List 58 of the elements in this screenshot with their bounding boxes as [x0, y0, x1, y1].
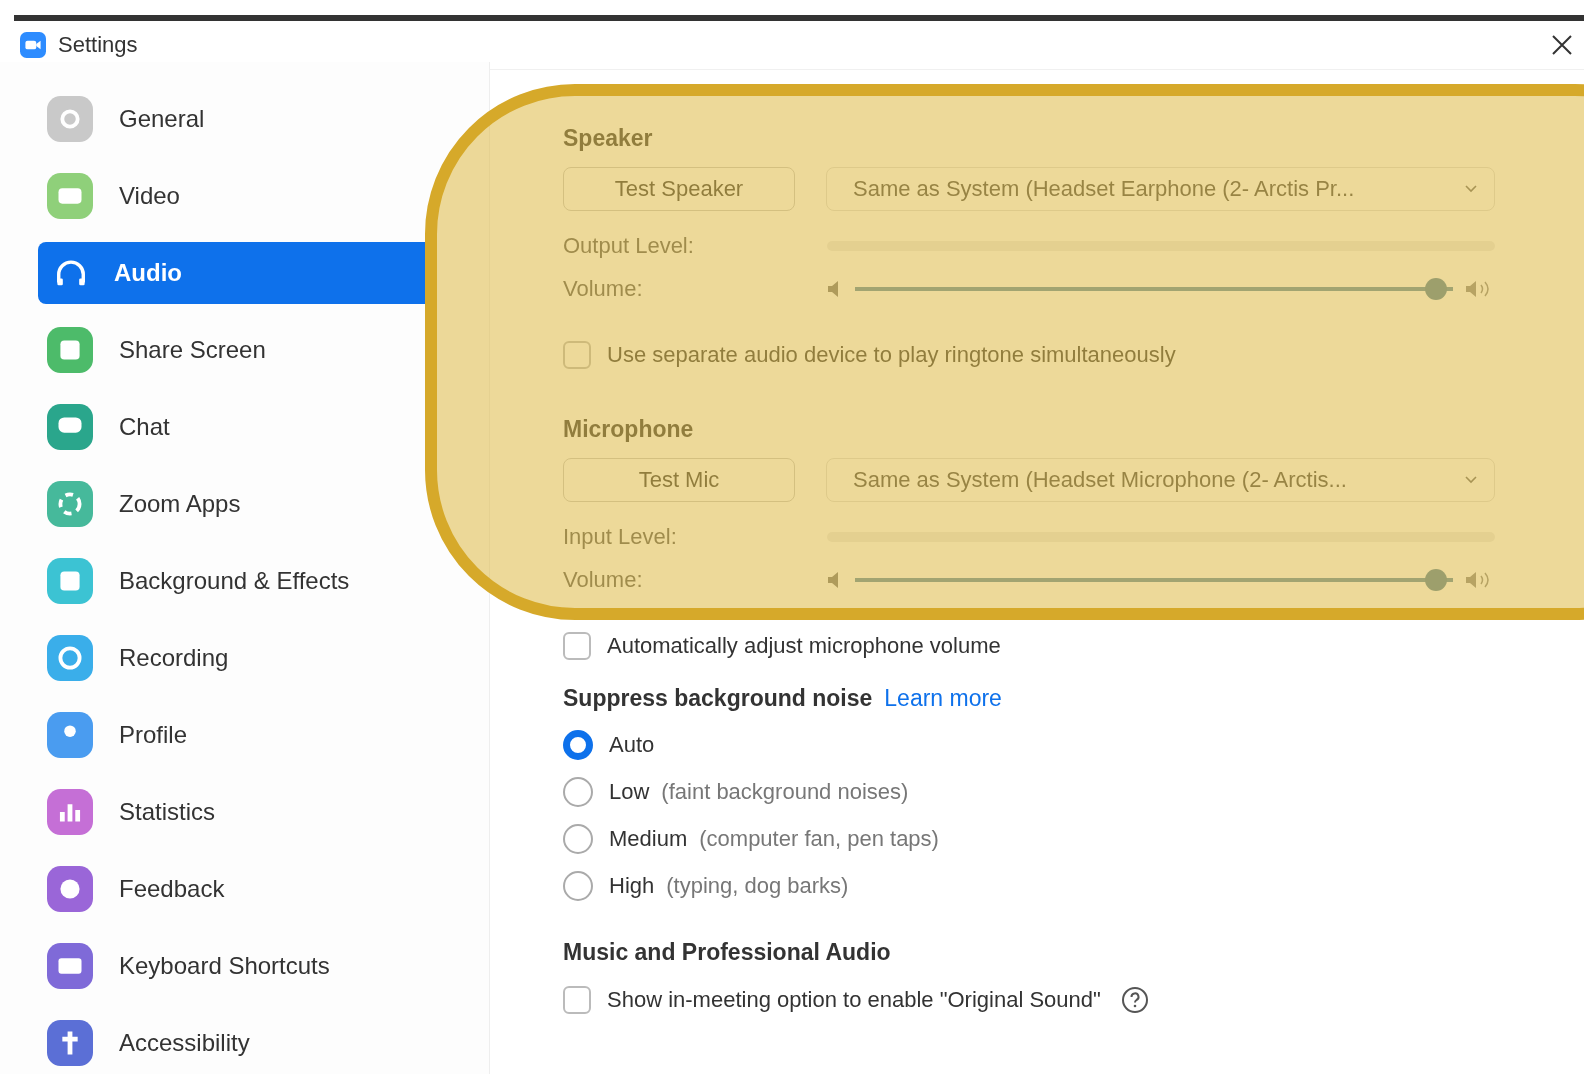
window-title: Settings [58, 32, 139, 59]
app-logo-icon [20, 32, 46, 59]
slider-thumb[interactable] [1425, 278, 1448, 300]
headphones-icon [54, 258, 88, 288]
radio-hint: (computer fan, pen taps) [699, 826, 939, 852]
category-icon [47, 635, 93, 681]
checkbox[interactable] [563, 986, 591, 1014]
category-icon [47, 712, 93, 758]
radio-button[interactable] [563, 730, 593, 760]
slider-thumb[interactable] [1425, 569, 1448, 591]
section-heading: Music and Professional Audio [563, 938, 891, 966]
radio-button[interactable] [563, 871, 593, 901]
help-icon[interactable] [1120, 986, 1149, 1014]
level-label: Input Level: [563, 524, 678, 550]
sidebar-item[interactable]: General [38, 88, 433, 150]
sidebar-item[interactable]: Profile [38, 704, 433, 766]
radio-label: High [609, 873, 655, 899]
checkbox[interactable] [563, 632, 591, 660]
category-icon [47, 481, 93, 527]
section-heading: Speaker [563, 124, 653, 152]
sidebar-item[interactable]: Keyboard Shortcuts [38, 935, 433, 997]
radio-label: Medium [609, 826, 688, 852]
sidebar-item[interactable]: Share Screen [38, 319, 433, 381]
category-icon [47, 96, 93, 142]
volume-label: Volume: [563, 567, 644, 593]
checkbox[interactable] [563, 341, 591, 369]
sidebar-item[interactable]: Statistics [38, 781, 433, 843]
section-heading: Microphone [563, 415, 694, 443]
chevron-down-icon [1464, 475, 1478, 485]
sidebar-item[interactable]: Feedback [38, 858, 433, 920]
volume-label: Volume: [563, 276, 644, 302]
sidebar-item[interactable]: Video [38, 165, 433, 227]
sidebar-item[interactable]: Zoom Apps [38, 473, 433, 535]
sidebar-item[interactable]: Chat [38, 396, 433, 458]
category-icon [47, 789, 93, 835]
radio-hint: (typing, dog barks) [666, 873, 849, 899]
sidebar-item[interactable]: Recording [38, 627, 433, 689]
level-label: Output Level: [563, 233, 695, 259]
sidebar-item[interactable]: Background & Effects [38, 550, 433, 612]
radio-label: Auto [609, 732, 655, 758]
radio-button[interactable] [563, 824, 593, 854]
category-icon [47, 558, 93, 604]
radio-hint: (faint background noises) [661, 779, 909, 805]
category-icon [47, 173, 93, 219]
checkbox-label: Show in-meeting option to enable "Original Sound" [607, 987, 1101, 1013]
checkbox-label: Automatically adjust microphone volume [607, 633, 1001, 659]
checkbox-label: Use separate audio device to play ringtone simultaneously [607, 342, 1176, 368]
radio-label: Low [609, 779, 650, 805]
chevron-down-icon [1464, 184, 1478, 194]
learn-more-link[interactable]: Learn more [884, 684, 1002, 712]
section-heading: Suppress background noise [563, 684, 873, 712]
category-icon [47, 866, 93, 912]
category-icon [47, 404, 93, 450]
radio-button[interactable] [563, 777, 593, 807]
category-icon [47, 943, 93, 989]
sidebar-item[interactable]: Accessibility [38, 1012, 433, 1074]
category-icon [47, 1020, 93, 1066]
category-icon [47, 327, 93, 373]
